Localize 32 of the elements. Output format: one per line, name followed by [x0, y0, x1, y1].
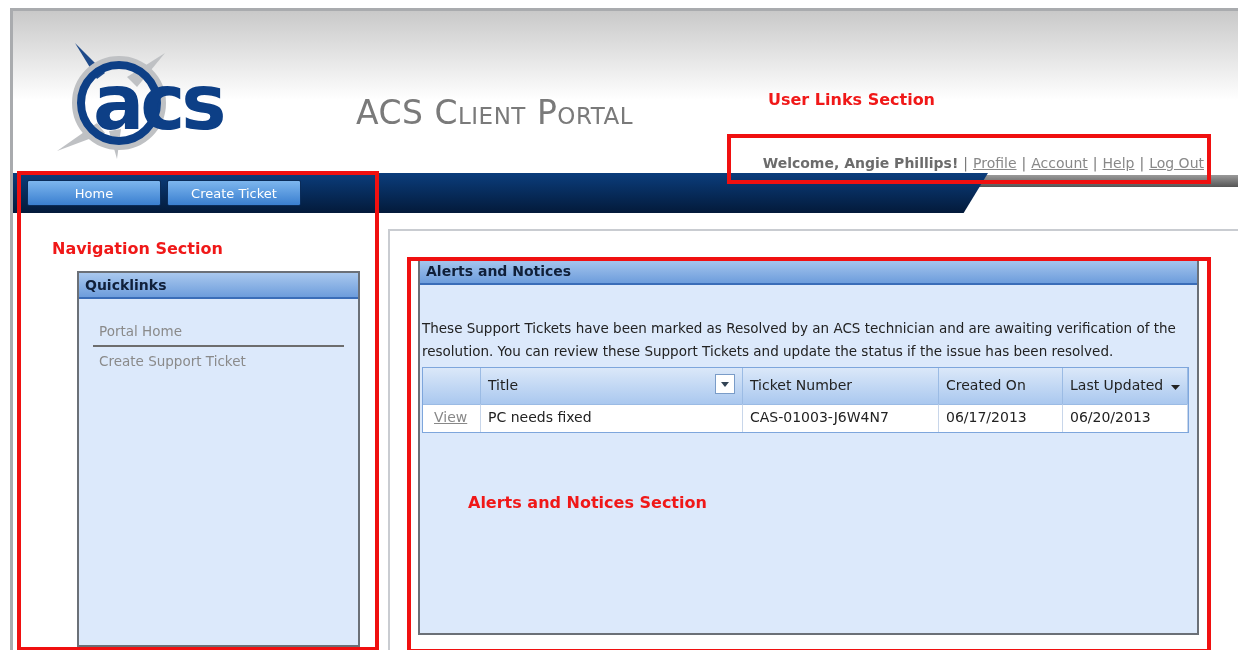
- user-link[interactable]: Log Out: [1149, 155, 1204, 171]
- user-link[interactable]: Account: [1031, 155, 1088, 171]
- dropdown-button[interactable]: [715, 374, 735, 394]
- table-cell: CAS-01003-J6W4N7: [743, 404, 939, 432]
- panel-title: Quicklinks: [79, 273, 358, 299]
- table-cell: 06/20/2013: [1063, 404, 1188, 432]
- annotation-label: Navigation Section: [52, 239, 223, 258]
- sort-descending-icon: [1171, 385, 1180, 390]
- panel-title: Alerts and Notices: [420, 259, 1197, 285]
- user-link[interactable]: Help: [1102, 155, 1135, 171]
- portal-title: ACS Client Portal: [356, 93, 633, 132]
- column-header[interactable]: Ticket Number: [743, 368, 939, 404]
- column-header[interactable]: Title: [481, 368, 743, 404]
- view-link[interactable]: View: [434, 409, 468, 425]
- annotation-label: User Links Section: [768, 90, 935, 109]
- welcome-text: Welcome, Angie Phillips!: [762, 155, 959, 171]
- separator: |: [963, 155, 968, 171]
- annotation-label: Alerts and Notices Section: [468, 493, 707, 512]
- separator: |: [1092, 155, 1098, 171]
- quicklink[interactable]: Create Support Ticket: [93, 347, 344, 375]
- alerts-message: These Support Tickets have been marked as Resolved by an ACS technician and are awaiting verification of the resolution. You can review these Support Tickets and update the status if the issue has been resolved.: [421, 319, 1177, 361]
- column-header[interactable]: Last Updated: [1063, 368, 1188, 404]
- separator: |: [1139, 155, 1145, 171]
- caret-icon: [721, 381, 729, 387]
- user-link[interactable]: Profile: [973, 155, 1017, 171]
- table-cell: 06/17/2013: [939, 404, 1063, 432]
- separator: |: [1021, 155, 1027, 171]
- nav-button[interactable]: Home: [27, 180, 161, 206]
- table-cell: PC needs fixed: [481, 404, 743, 432]
- column-header[interactable]: Created On: [939, 368, 1063, 404]
- quicklink[interactable]: Portal Home: [93, 317, 344, 347]
- nav-button[interactable]: Create Ticket: [167, 180, 301, 206]
